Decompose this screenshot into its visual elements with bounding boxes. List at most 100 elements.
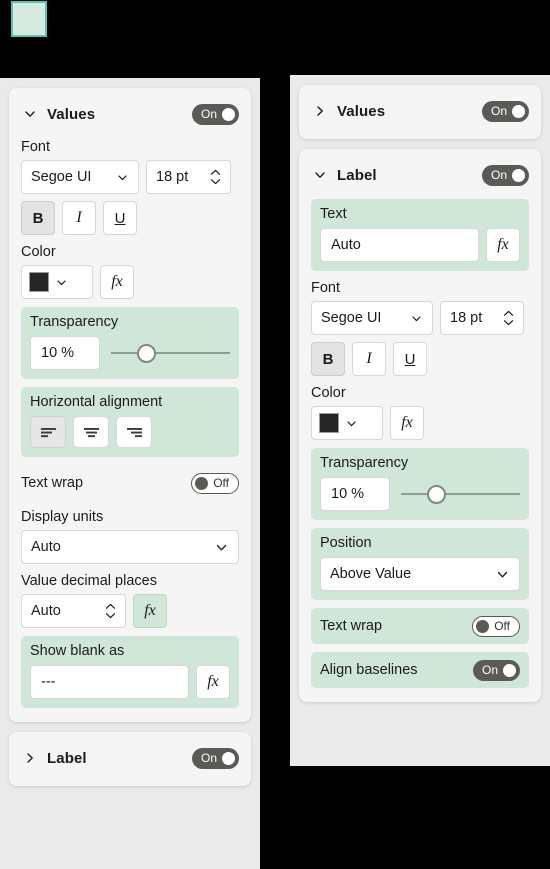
values-toggle[interactable]: On	[191, 103, 239, 125]
label-section-card: Label On Text Auto fx Font Segoe UI 18 p…	[299, 149, 541, 702]
text-row: Auto fx	[320, 228, 520, 262]
label-toggle[interactable]: On	[481, 164, 529, 186]
position-group: Position Above Value	[311, 528, 529, 600]
chevron-down-icon	[495, 567, 510, 582]
toggle-knob	[476, 619, 490, 633]
show-blank-as-input[interactable]: ---	[30, 665, 189, 699]
text-group: Text Auto fx	[311, 199, 529, 271]
horizontal-alignment-group: Horizontal alignment	[21, 387, 239, 457]
text-wrap-label: Text wrap	[320, 618, 383, 634]
align-left-icon	[40, 427, 56, 437]
values-section-card: Values On Font Segoe UI 18 pt B I U Colo…	[9, 88, 251, 722]
font-size-stepper[interactable]: 18 pt	[440, 301, 524, 335]
text-input[interactable]: Auto	[320, 228, 479, 262]
transparency-label: Transparency	[30, 314, 119, 330]
font-label: Font	[21, 139, 51, 155]
font-family-dropdown[interactable]: Segoe UI	[311, 301, 433, 335]
label-section-card: Label On	[9, 732, 251, 786]
color-picker-dropdown[interactable]	[21, 265, 93, 299]
show-blank-as-row: --- fx	[30, 665, 230, 699]
color-label: Color	[21, 244, 56, 260]
bold-button[interactable]: B	[21, 201, 55, 235]
text-wrap-toggle[interactable]: Off	[472, 615, 520, 637]
transparency-slider[interactable]	[401, 483, 520, 505]
underline-button[interactable]: U	[393, 342, 427, 376]
position-dropdown[interactable]: Above Value	[320, 557, 520, 591]
display-units-value: Auto	[31, 539, 61, 555]
toggle-knob	[222, 751, 235, 765]
font-size-value: 18 pt	[156, 169, 189, 185]
slider-thumb[interactable]	[137, 343, 157, 363]
bold-button[interactable]: B	[311, 342, 345, 376]
chevron-down-icon	[55, 276, 68, 289]
stepper-arrows-icon[interactable]	[503, 310, 514, 326]
value-decimal-places-label: Value decimal places	[21, 573, 157, 589]
chevron-down-icon[interactable]	[311, 166, 329, 184]
transparency-input[interactable]: 10 %	[30, 336, 100, 370]
align-left-button[interactable]	[30, 416, 66, 448]
transparency-control-row: 10 %	[320, 477, 520, 511]
color-picker-dropdown[interactable]	[311, 406, 383, 440]
color-fx-button[interactable]: fx	[100, 265, 134, 299]
transparency-slider[interactable]	[111, 342, 230, 364]
value-decimal-places-value: Auto	[31, 603, 61, 619]
label-section-header[interactable]: Label On	[311, 159, 529, 191]
selected-visual-handle[interactable]	[11, 1, 47, 37]
alignment-button-group	[30, 416, 230, 448]
position-label: Position	[320, 535, 372, 551]
values-section-header[interactable]: Values On	[21, 98, 239, 130]
values-section-title: Values	[337, 102, 386, 120]
italic-button[interactable]: I	[352, 342, 386, 376]
align-baselines-row: Align baselines On	[311, 652, 529, 688]
slider-thumb[interactable]	[427, 484, 447, 504]
stepper-arrows-icon[interactable]	[105, 603, 116, 619]
toggle-knob	[195, 476, 209, 490]
screenshot-root: Values On Font Segoe UI 18 pt B I U Colo…	[0, 0, 550, 869]
chevron-right-icon[interactable]	[311, 102, 329, 120]
chevron-down-icon	[214, 540, 229, 555]
toggle-state-label: Off	[213, 476, 229, 490]
text-label: Text	[320, 206, 347, 222]
font-family-dropdown[interactable]: Segoe UI	[21, 160, 139, 194]
transparency-input[interactable]: 10 %	[320, 477, 390, 511]
font-family-value: Segoe UI	[321, 310, 382, 326]
display-units-dropdown[interactable]: Auto	[21, 530, 239, 564]
font-size-value: 18 pt	[450, 310, 483, 326]
values-section-header[interactable]: Values On	[311, 95, 529, 127]
show-blank-as-label: Show blank as	[30, 643, 125, 659]
transparency-label: Transparency	[320, 455, 409, 471]
text-fx-button[interactable]: fx	[486, 228, 520, 262]
slider-track	[111, 352, 230, 354]
toggle-state-label: On	[481, 663, 498, 677]
underline-button[interactable]: U	[103, 201, 137, 235]
show-blank-as-group: Show blank as --- fx	[21, 636, 239, 708]
text-wrap-toggle[interactable]: Off	[191, 472, 239, 494]
italic-button[interactable]: I	[62, 201, 96, 235]
label-toggle[interactable]: On	[191, 747, 239, 769]
transparency-group: Transparency 10 %	[311, 448, 529, 520]
value-decimal-places-stepper[interactable]: Auto	[21, 594, 126, 628]
color-fx-button[interactable]: fx	[390, 406, 424, 440]
chevron-down-icon	[116, 171, 129, 184]
chevron-down-icon[interactable]	[21, 105, 39, 123]
transparency-group: Transparency 10 %	[21, 307, 239, 379]
values-section-title: Values	[47, 105, 96, 123]
font-size-stepper[interactable]: 18 pt	[146, 160, 231, 194]
chevron-right-icon[interactable]	[21, 749, 39, 767]
format-pane-right: Values On Label On Text Auto fx Font Seg…	[290, 75, 550, 766]
chevron-down-icon	[410, 312, 423, 325]
stepper-arrows-icon[interactable]	[210, 169, 221, 185]
align-center-button[interactable]	[73, 416, 109, 448]
align-right-button[interactable]	[116, 416, 152, 448]
value-decimal-places-fx-button[interactable]: fx	[133, 594, 167, 628]
display-units-label: Display units	[21, 509, 104, 525]
chevron-down-icon	[345, 417, 358, 430]
label-section-header[interactable]: Label On	[21, 742, 239, 774]
toggle-state-label: Off	[494, 619, 510, 633]
values-toggle[interactable]: On	[481, 100, 529, 122]
align-baselines-toggle[interactable]: On	[472, 659, 520, 681]
text-wrap-row: Text wrap Off	[21, 466, 239, 500]
show-blank-as-fx-button[interactable]: fx	[196, 665, 230, 699]
label-section-title: Label	[47, 749, 87, 767]
color-swatch	[29, 272, 49, 292]
